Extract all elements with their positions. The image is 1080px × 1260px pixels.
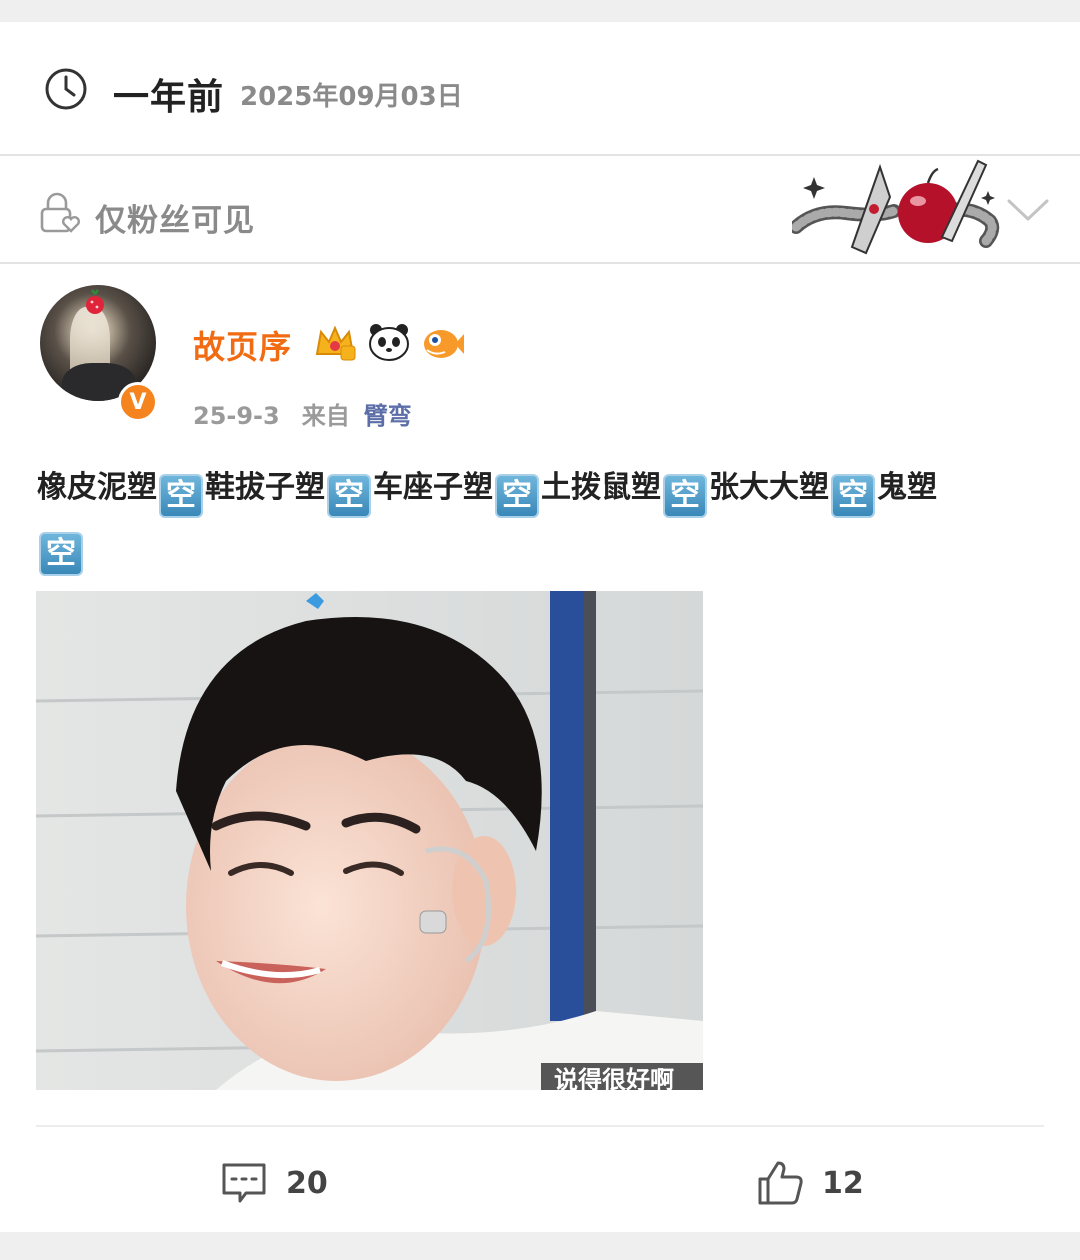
divider	[0, 262, 1080, 264]
lock-heart-icon	[40, 192, 80, 233]
kong-emoji-icon: 空	[39, 532, 83, 576]
post-source[interactable]: 臂弯	[364, 402, 412, 430]
text-segment: 橡皮泥塑	[37, 470, 157, 505]
divider	[0, 154, 1080, 156]
relative-time: 一年前	[113, 77, 225, 118]
clock-icon	[45, 68, 87, 110]
comment-count: 20	[286, 1165, 328, 1201]
post-meta: 25-9-3 来自 臂弯	[193, 396, 412, 431]
kong-emoji-icon: 空	[327, 474, 371, 518]
username[interactable]: 故页序	[193, 322, 292, 368]
text-segment: 鞋拔子塑	[205, 470, 325, 505]
kong-emoji-icon: 空	[159, 474, 203, 518]
kong-emoji-icon: 空	[831, 474, 875, 518]
visibility-label: 仅粉丝可见	[95, 203, 255, 239]
thumbs-up-icon	[758, 1161, 803, 1205]
text-segment: 土拨鼠塑	[541, 470, 661, 505]
time-header: 一年前 2025年09月03日	[0, 22, 1080, 155]
text-segment: 张大大塑	[709, 470, 829, 505]
decoration-sticker	[792, 159, 1000, 255]
comment-icon	[222, 1163, 266, 1203]
berry-icon	[86, 289, 104, 314]
text-segment: 车座子塑	[373, 470, 493, 505]
like-count: 12	[822, 1165, 864, 1201]
chevron-down-icon[interactable]	[1006, 197, 1050, 223]
post-photo[interactable]: 说得很好啊	[36, 591, 703, 1090]
divider	[36, 1125, 1044, 1127]
visibility-row[interactable]: 仅粉丝可见	[0, 157, 1080, 263]
post-date: 25-9-3	[193, 402, 280, 430]
verified-badge: V	[118, 382, 158, 422]
from-label: 来自	[301, 402, 350, 430]
absolute-date: 2025年09月03日	[240, 82, 463, 112]
like-button[interactable]: 12	[756, 1155, 864, 1211]
kong-emoji-icon: 空	[663, 474, 707, 518]
kong-emoji-icon: 空	[495, 474, 539, 518]
comment-button[interactable]: 20	[220, 1155, 328, 1211]
panda-badge-icon[interactable]	[367, 320, 411, 364]
crown-badge-icon[interactable]	[313, 320, 357, 364]
post-text: 橡皮泥塑空鞋拔子塑空车座子塑空土拨鼠塑空张大大塑空鬼塑空	[37, 460, 1037, 576]
text-segment: 鬼塑	[877, 470, 937, 505]
photo-caption: 说得很好啊	[554, 1066, 674, 1090]
fish-badge-icon[interactable]	[421, 320, 465, 364]
